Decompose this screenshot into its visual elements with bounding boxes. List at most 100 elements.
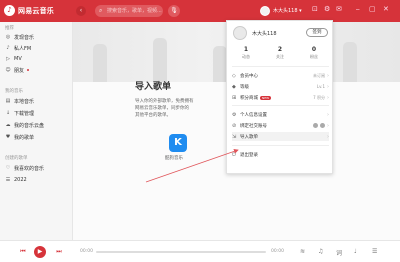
stat-label: 粉丝 [310,54,318,59]
user-avatar[interactable] [260,6,270,16]
sidebar-item-my-playlists[interactable]: ♥ 我的歌单 [5,132,69,142]
page-description-line: 导入你的外部歌单，免费拥有 [135,99,194,104]
menu-item-label: 会员中心 [240,73,258,79]
download-icon: ↓ [5,110,11,116]
app-logo[interactable]: ♪ 网易云音乐 [4,5,54,16]
weibo-icon [313,123,318,128]
stat-feeds[interactable]: 1 动态 [233,46,259,60]
chevron-right-icon: › [327,83,329,90]
menu-item-label: 积分商城 [240,95,258,101]
playlist-icon: ☰ [5,177,11,183]
chevron-right-icon: › [327,111,329,118]
maximize-icon[interactable]: ▢ [369,5,376,13]
page-description-line: 网易云音乐歌单，同步你的 [135,106,189,111]
stat-number: 1 [243,46,249,53]
settings-icon: ⚙ [232,111,237,118]
close-icon[interactable]: ✕ [383,5,389,13]
sidebar-item-downloads[interactable]: ↓ 下载管理 [5,108,69,118]
settings-icon[interactable]: ⚙ [324,5,330,13]
stat-followers[interactable]: 0 粉丝 [301,46,327,60]
stat-number: 0 [311,46,317,53]
diamond-icon: ◇ [232,72,236,79]
sidebar-item-mv[interactable]: ▷ MV [5,54,69,64]
sidebar-item-liked-music[interactable]: ♡ 我喜欢的音乐 [5,163,69,173]
fm-icon: ♪ [6,45,10,51]
menu-item-profile-settings[interactable]: ⚙ 个人信息设置 › [232,110,329,119]
sound-effect-icon[interactable]: ♫ [318,248,323,255]
message-icon[interactable]: ✉ [336,5,342,13]
menu-item-bind-social[interactable]: ⊘ 绑定社交账号 › [232,121,329,130]
notification-dot [27,69,30,71]
dropdown-avatar[interactable] [233,26,247,40]
power-icon: ⏻ [232,151,236,158]
chevron-right-icon: › [327,133,329,140]
banner-figure [153,38,167,82]
menu-item-logout[interactable]: ⏻ 退出登录 [232,150,329,159]
menu-item-vip-center[interactable]: ◇ 会员中心 未订阅 › [232,71,329,80]
kugou-music-label[interactable]: 酷狗音乐 [165,155,183,161]
local-music-icon: ▤ [5,98,11,104]
total-time: 00:00 [271,249,284,254]
stat-following[interactable]: 2 关注 [267,46,293,60]
menu-item-label: 导入歌单 [240,134,258,140]
play-button[interactable]: ▶ [34,246,46,258]
banner-figure [343,42,357,82]
sidebar-item-cloud-disk[interactable]: ☁ 我的音乐云盘 [5,120,69,130]
sidebar-item-label: 发现音乐 [14,34,35,41]
skin-icon[interactable]: ⊡ [312,5,318,13]
search-placeholder: 搜索音乐，歌单，视频... [107,8,162,14]
sidebar-item-label: 2022 [14,177,27,183]
heart-icon: ♥ [5,134,11,140]
user-name-menu[interactable]: 木大头118 ▾ [273,7,302,14]
sidebar-item-playlist-2022[interactable]: ☰ 2022 [5,175,69,185]
mv-icon: ▷ [6,56,10,62]
sidebar-section-my-music: 我的音乐 [5,89,23,94]
discover-icon: ◎ [5,34,11,40]
stat-number: 2 [277,46,283,53]
menu-item-level[interactable]: ◆ 等级 Lv.1 › [232,82,329,91]
menu-item-value: Lv.1 [316,84,325,89]
sidebar-item-local-music[interactable]: ▤ 本地音乐 [5,96,69,106]
sidebar-item-label: 我的歌单 [14,134,35,141]
divider [232,105,329,106]
sidebar-section-recommend: 推荐 [5,26,14,31]
page-description-line: 其他平台的歌单。 [135,113,171,118]
chevron-right-icon: › [327,94,329,101]
volume-icon[interactable]: ♩ [354,248,357,255]
netease-logo-icon: ♪ [4,5,15,16]
menu-item-label: 退出登录 [240,152,258,158]
menu-item-import-playlist[interactable]: ⇲ 导入歌单 › [232,132,329,141]
player-bar: ⏮ ▶ ⏭ 00:00 00:00 ≋ ♫ 词 ♩ ☰ [0,240,400,262]
progress-slider[interactable] [96,251,266,253]
sidebar-item-discover[interactable]: ◎ 发现音乐 [5,32,69,42]
sidebar-item-friends[interactable]: ☺ 朋友 [5,65,69,75]
lyrics-icon[interactable]: 词 [336,248,342,257]
sidebar-item-label: 我的音乐云盘 [14,122,45,129]
app-title: 网易云音乐 [18,6,54,15]
sidebar-item-label: 本地音乐 [14,98,35,105]
menu-item-points-mall[interactable]: ⊞ 积分商城 NEW 7 积分 › [232,93,329,102]
sidebar-item-label: 朋友 [14,67,25,74]
sidebar-section-created-playlists: 创建的歌单 [5,156,28,161]
search-input[interactable]: ⌕ 搜索音乐，歌单，视频... [95,5,163,17]
next-track-icon[interactable]: ⏭ [54,247,64,257]
friends-icon: ☺ [5,67,11,73]
link-icon: ⊘ [232,122,237,129]
kugou-music-icon[interactable]: K [169,134,187,152]
playlist-queue-icon[interactable]: ☰ [372,248,377,255]
menu-item-label: 个人信息设置 [240,112,267,118]
signin-button[interactable]: 签到 [306,28,328,37]
current-time: 00:00 [80,249,93,254]
sidebar-item-label: 我喜欢的音乐 [14,165,45,172]
liked-heart-icon: ♡ [5,165,11,171]
sidebar-item-fm[interactable]: ♪ 私人FM [5,43,69,53]
sidebar-item-label: 私人FM [14,45,32,52]
sound-quality-icon[interactable]: ≋ [300,248,305,255]
sidebar-item-label: 下载管理 [14,110,35,117]
microphone-icon[interactable]: 🎙 [168,5,180,17]
back-button[interactable]: ‹ [76,6,86,16]
menu-item-value: 未订阅 [313,72,325,78]
user-dropdown-menu: 木大头118 签到 1 动态 2 关注 0 粉丝 ◇ 会员中心 未订阅 › ◆ … [226,20,333,174]
previous-track-icon[interactable]: ⏮ [18,247,28,257]
minimize-icon[interactable]: ⎯ [356,5,360,14]
